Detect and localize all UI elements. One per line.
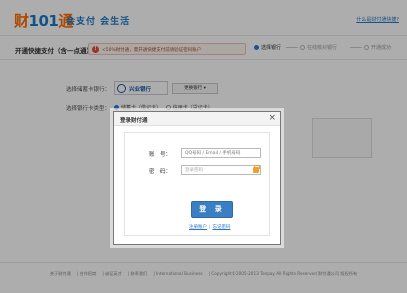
dialog-title: 登录财付通 [120, 118, 148, 124]
dialog-header: 登录财付通 × [114, 112, 280, 126]
close-icon[interactable]: × [268, 113, 276, 124]
login-dialog: 登录财付通 × 账 号： 密 码： 登录密码 登 录 注册账户|忘记密码 [113, 111, 281, 245]
login-button[interactable]: 登 录 [191, 201, 233, 218]
forgot-password-link[interactable]: 忘记密码 [213, 225, 231, 230]
lock-icon [253, 165, 260, 173]
password-label: 密 码： [149, 169, 172, 175]
link-separator: | [209, 225, 211, 230]
dialog-links: 注册账户 | 忘记密码 [189, 224, 231, 230]
account-input[interactable] [181, 148, 261, 158]
password-placeholder: 登录密码 [185, 168, 203, 173]
register-link[interactable]: 注册账户 [189, 225, 207, 230]
password-input[interactable]: 登录密码 [181, 165, 261, 175]
account-label: 账 号： [149, 152, 172, 158]
dialog-body: 账 号： 密 码： 登录密码 登 录 注册账户|忘记密码 [124, 132, 270, 236]
